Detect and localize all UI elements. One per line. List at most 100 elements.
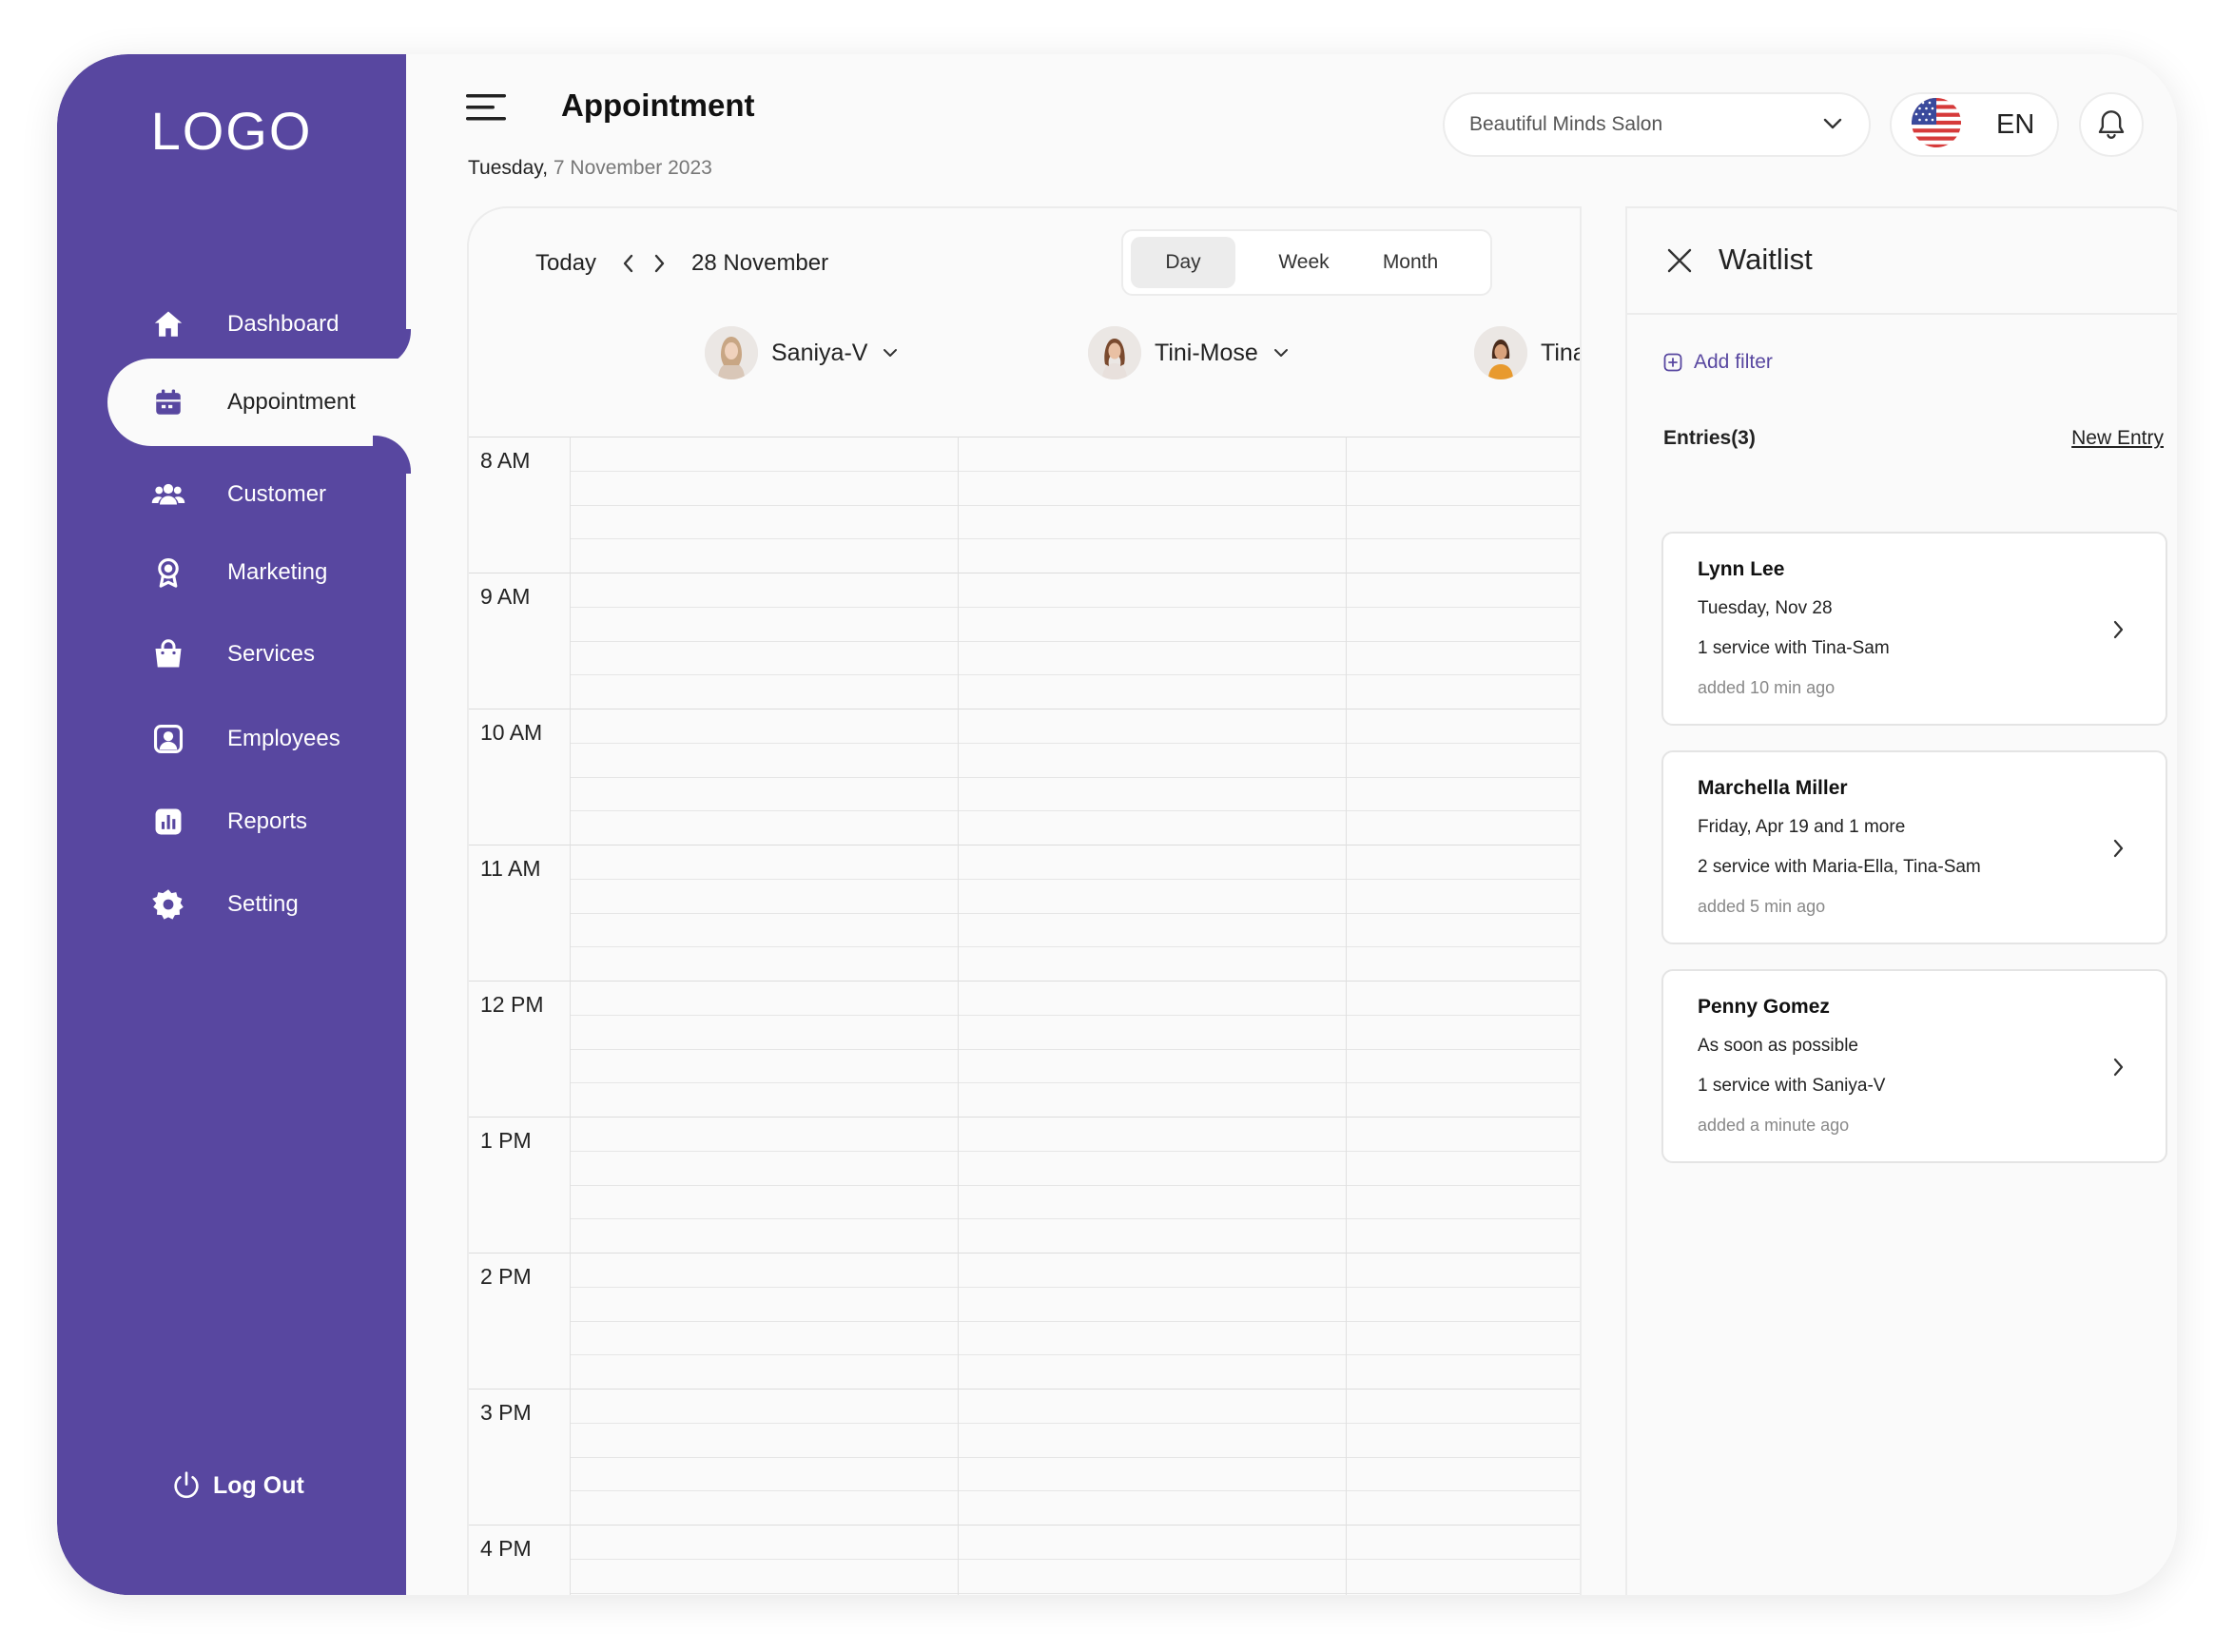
staff-column-header[interactable]: Tini-Mose [1088,326,1289,379]
add-filter-button[interactable]: Add filter [1663,351,1773,374]
entry-customer-name: Penny Gomez [1698,996,1830,1018]
time-label: 4 PM [480,1536,532,1561]
sidebar-item-reports[interactable]: Reports [107,788,420,855]
bell-icon [2098,110,2125,139]
time-label: 9 AM [480,584,531,609]
staff-column-header[interactable]: Saniya-V [705,326,898,379]
staff-name: Tina-sam [1541,339,1582,366]
time-slot-divider [570,606,1580,608]
waitlist-entry-card[interactable]: Marchella Miller Friday, Apr 19 and 1 mo… [1661,750,2167,944]
next-day-button[interactable] [653,253,667,274]
sidebar-item-label: Customer [227,481,327,507]
sidebar-item-label: Marketing [227,559,328,585]
sidebar-item-label: Reports [227,808,308,834]
sidebar-item-appointment[interactable]: Appointment [107,359,431,446]
hour-divider [469,1389,1580,1390]
time-slot-divider [570,504,1580,506]
award-icon [149,554,187,592]
users-icon [149,476,187,514]
staff-column-divider [958,437,959,1595]
today-button[interactable]: Today [535,250,596,277]
chevron-left-icon [623,254,633,273]
time-slot-divider [570,946,1580,948]
calendar-nav: Today 28 November [535,250,828,277]
menu-toggle-button[interactable] [466,90,508,125]
waitlist-entry-card[interactable]: Lynn Lee Tuesday, Nov 28 1 service with … [1661,532,2167,726]
time-slot-divider [570,1150,1580,1152]
entry-customer-name: Marchella Miller [1698,777,1848,799]
language-selector[interactable]: EN [1890,92,2059,157]
entry-date: Tuesday, Nov 28 [1698,598,1833,618]
sidebar-item-label: Services [227,641,316,667]
waitlist-header: Waitlist [1627,208,2177,315]
time-slot-divider [570,878,1580,880]
staff-name: Tini-Mose [1155,339,1258,366]
chevron-down-icon [883,347,898,359]
sidebar-item-label: Setting [227,891,299,917]
salon-select[interactable]: Beautiful Minds Salon [1443,92,1871,157]
avatar [1088,326,1141,379]
time-slot-divider [570,1558,1580,1560]
sidebar-item-marketing[interactable]: Marketing [107,539,420,606]
time-slot-divider [570,912,1580,914]
time-slot-divider [570,538,1580,540]
time-label: 11 AM [480,856,541,881]
sidebar-item-label: Appointment [227,389,356,415]
chevron-down-icon [1823,113,1842,136]
entry-added-time: added a minute ago [1698,1116,1850,1135]
notifications-button[interactable] [2079,92,2144,157]
hour-divider [469,1525,1580,1526]
chevron-right-icon [2112,619,2126,640]
add-filter-label: Add filter [1694,351,1773,373]
hour-divider [469,1253,1580,1254]
sidebar-item-employees[interactable]: Employees [107,706,420,772]
avatar [1474,326,1527,379]
time-slot-divider [570,1422,1580,1424]
gear-icon [149,885,187,923]
user-card-icon [149,720,187,758]
staff-column-header[interactable]: Tina-sam [1474,326,1582,379]
sidebar-item-label: Dashboard [227,311,340,337]
calendar-icon [149,383,187,421]
new-entry-link[interactable]: New Entry [2071,427,2164,450]
sidebar-item-customer[interactable]: Customer [107,461,420,528]
waitlist-panel: Waitlist Add filter Entries(3) New Entry… [1625,206,2177,1595]
time-slot-divider [570,1286,1580,1288]
language-code: EN [1996,108,2035,140]
current-weekday: Tuesday, [468,157,549,179]
time-slot-divider [570,1048,1580,1050]
time-label: 8 AM [480,448,531,473]
bar-chart-icon [149,803,187,841]
sidebar-item-setting[interactable]: Setting [107,871,420,938]
app-frame: LOGO Dashboard Appointment Customer Mark… [57,54,2177,1595]
time-label: 12 PM [480,992,544,1017]
time-slot-divider [570,470,1580,472]
waitlist-title: Waitlist [1719,243,1813,276]
logout-label: Log Out [213,1471,304,1499]
sidebar-item-label: Employees [227,726,340,751]
staff-column-divider [1346,437,1347,1595]
time-slot-divider [570,640,1580,642]
view-day-tab[interactable]: Day [1131,237,1235,288]
entry-date: As soon as possible [1698,1036,1858,1056]
view-month-tab[interactable]: Month [1361,237,1460,288]
current-full-date: 7 November 2023 [553,157,712,179]
waitlist-entry-card[interactable]: Penny Gomez As soon as possible 1 servic… [1661,969,2167,1163]
logout-button[interactable]: Log Out [171,1470,304,1501]
time-slot-divider [570,1218,1580,1220]
entries-count: Entries(3) [1663,427,1756,449]
close-waitlist-button[interactable] [1665,246,1694,275]
time-slot-divider [570,1592,1580,1594]
time-label: 1 PM [480,1128,532,1153]
time-slot-divider [570,1354,1580,1356]
sidebar-item-services[interactable]: Services [107,621,420,688]
time-slot-divider [570,1014,1580,1016]
shopping-bag-icon [149,635,187,673]
time-slot-divider [570,776,1580,778]
previous-day-button[interactable] [621,253,634,274]
sidebar: LOGO Dashboard Appointment Customer Mark… [57,54,431,1595]
view-week-tab[interactable]: Week [1247,237,1361,288]
page-title: Appointment [561,87,755,123]
time-slot-divider [570,1320,1580,1322]
entry-added-time: added 10 min ago [1698,678,1836,697]
